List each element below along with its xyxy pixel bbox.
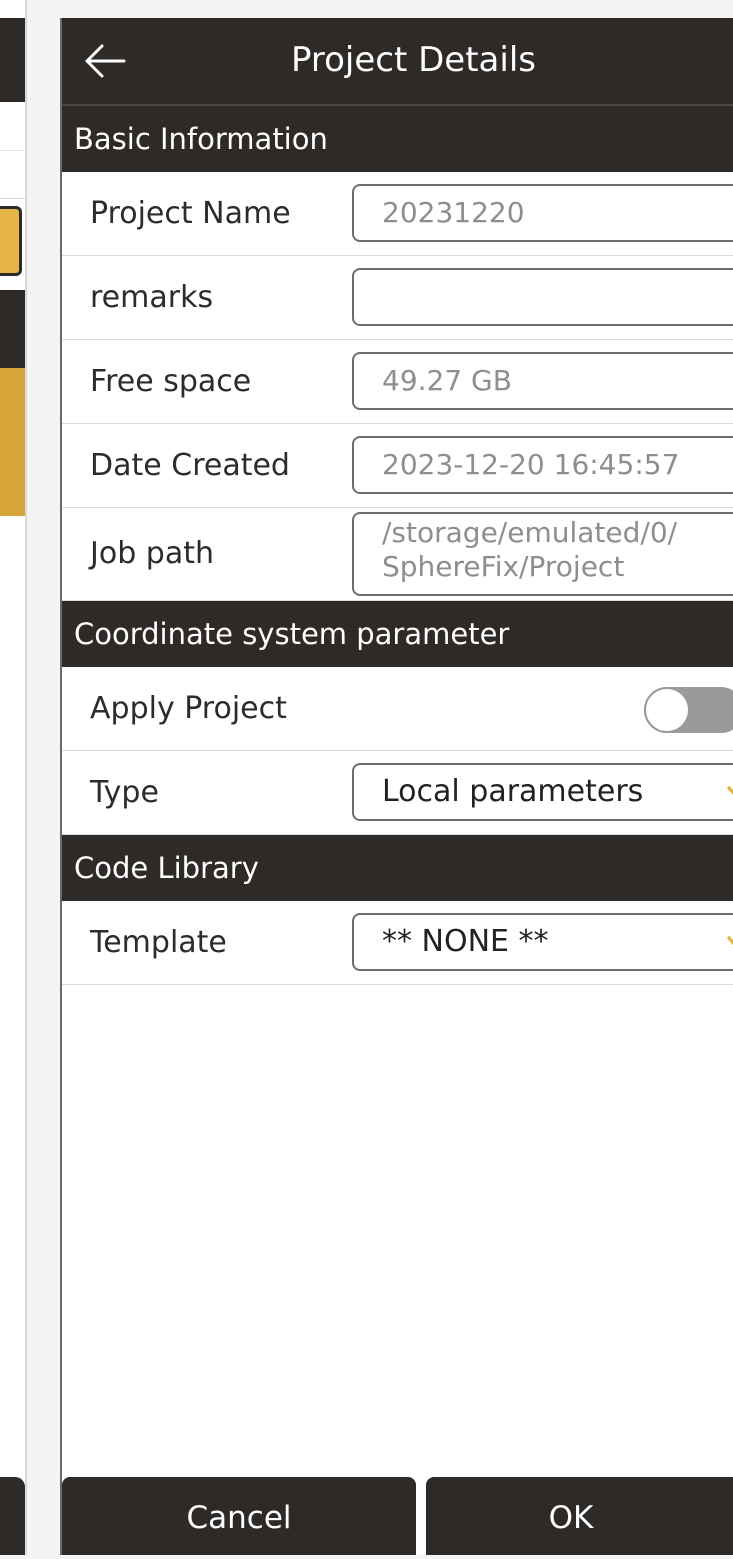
date-created-label: Date Created [90,448,290,483]
empty-area [62,985,733,1478]
date-created-row: Date Created 2023-12-20 16:45:57 [62,424,733,508]
remarks-label: remarks [90,280,214,315]
template-select[interactable]: ** NONE ** [352,913,733,971]
remarks-field[interactable] [352,268,733,326]
type-select-value: Local parameters [382,774,644,809]
project-name-label: Project Name [90,196,291,231]
project-name-field[interactable]: 20231220 [352,184,733,242]
template-select-value: ** NONE ** [382,924,549,959]
free-space-field: 49.27 GB [352,352,733,410]
type-select[interactable]: Local parameters [352,763,733,821]
background-divider [0,150,25,151]
job-path-line1: /storage/emulated/0/ [382,516,678,549]
template-row: Template ** NONE ** [62,901,733,985]
background-button [0,206,22,276]
project-name-row: Project Name 20231220 [62,172,733,256]
project-details-dialog: Project Details Basic Information Projec… [60,18,733,1555]
toggle-knob [644,687,690,733]
free-space-row: Free space 49.27 GB [62,340,733,424]
button-bar: Cancel OK [62,1477,733,1555]
background-app-strip [0,0,27,1555]
job-path-label: Job path [90,536,214,571]
apply-project-label: Apply Project [90,691,287,726]
background-header [0,18,25,102]
cancel-button[interactable]: Cancel [62,1477,416,1555]
section-coordinate-system: Coordinate system parameter [62,601,733,667]
free-space-label: Free space [90,364,252,399]
section-basic-information: Basic Information [62,106,733,172]
chevron-down-icon [727,786,733,796]
job-path-field: /storage/emulated/0/ SphereFix/Project [352,512,733,596]
title-bar: Project Details [62,18,733,106]
section-code-library: Code Library [62,835,733,901]
date-created-field: 2023-12-20 16:45:57 [352,436,733,494]
background-highlight [0,368,25,516]
chevron-down-icon [727,936,733,946]
ok-button[interactable]: OK [426,1477,733,1555]
page-title: Project Details [290,40,536,80]
job-path-line2: SphereFix/Project [382,550,625,583]
apply-project-row: Apply Project [62,667,733,751]
job-path-row: Job path /storage/emulated/0/ SphereFix/… [62,508,733,601]
background-section [0,290,25,368]
type-label: Type [90,775,159,810]
apply-project-toggle[interactable] [644,687,733,733]
type-row: Type Local parameters [62,751,733,835]
template-label: Template [90,925,227,960]
background-divider [0,198,25,199]
remarks-row: remarks [62,256,733,340]
background-bottom-button [0,1477,25,1555]
